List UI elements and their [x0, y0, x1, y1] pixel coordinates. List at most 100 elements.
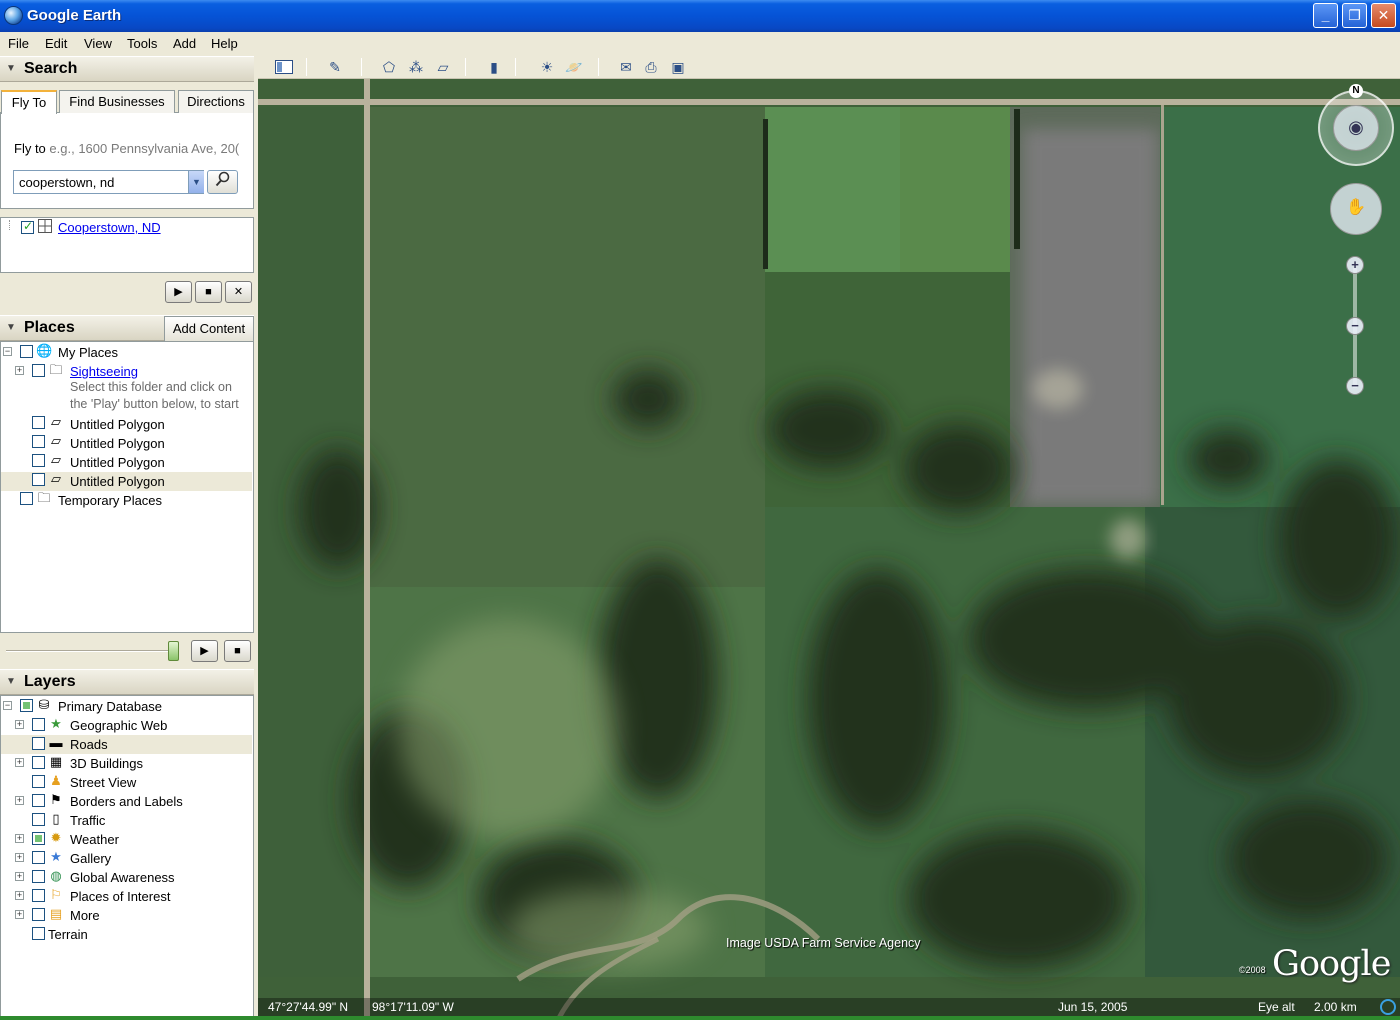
layer-roads[interactable]: ▬ Roads [1, 735, 252, 754]
sidebar-toggle-icon[interactable] [273, 57, 295, 77]
path-icon[interactable]: ⁂ [405, 57, 427, 77]
layer-weather[interactable]: + ✹ Weather [0, 830, 252, 849]
flyto-input[interactable]: cooperstown, nd [13, 170, 204, 194]
close-window-button[interactable]: ✕ [1371, 3, 1396, 28]
expand-icon[interactable]: + [15, 758, 24, 767]
tab-fly-to[interactable]: Fly To [1, 90, 57, 114]
checkbox[interactable] [32, 435, 45, 448]
checkbox[interactable] [32, 870, 45, 883]
checkbox[interactable] [32, 416, 45, 429]
checkbox[interactable] [32, 851, 45, 864]
polygon-icon: ▱ [51, 414, 61, 429]
clear-button[interactable]: ✕ [225, 281, 252, 303]
tree-item-polygon-1[interactable]: ▱ Untitled Polygon [0, 414, 252, 435]
zoom-out-icon[interactable]: − [1346, 377, 1364, 395]
ruler-icon[interactable]: ▮ [483, 57, 505, 77]
layer-street-view[interactable]: ♟ Street View [0, 773, 252, 792]
places-play-button[interactable]: ▶ [191, 640, 218, 662]
tab-directions[interactable]: Directions [178, 90, 254, 113]
tree-item-my-places[interactable]: − 🌐 My Places [0, 343, 252, 362]
collapse-triangle-icon[interactable]: ▼ [6, 322, 16, 333]
tree-item-temporary-places[interactable]: 🗀 Temporary Places [0, 490, 252, 511]
image-overlay-icon[interactable]: ▱ [432, 57, 454, 77]
collapse-triangle-icon[interactable]: ▼ [6, 63, 16, 74]
tree-item-polygon-2[interactable]: ▱ Untitled Polygon [0, 433, 252, 454]
minimize-button[interactable]: _ [1313, 3, 1338, 28]
zoom-slider-thumb[interactable]: − [1346, 317, 1364, 335]
layer-3d-buildings[interactable]: + ▦ 3D Buildings [0, 754, 252, 773]
expand-icon[interactable]: + [15, 891, 24, 900]
layer-geographic-web[interactable]: + ★ Geographic Web [0, 716, 252, 735]
expand-icon[interactable]: + [15, 720, 24, 729]
checkbox[interactable] [32, 889, 45, 902]
expand-icon[interactable]: + [15, 796, 24, 805]
expand-icon[interactable]: + [15, 910, 24, 919]
north-indicator[interactable]: N [1349, 84, 1363, 98]
search-button[interactable] [207, 170, 238, 194]
search-box: Fly to e.g., 1600 Pennsylvania Ave, 20( [0, 112, 254, 209]
collapse-triangle-icon[interactable]: ▼ [6, 676, 16, 687]
checkbox[interactable] [32, 718, 45, 731]
streaming-indicator-icon [1380, 999, 1396, 1015]
polygon-icon[interactable]: ⬠ [378, 57, 400, 77]
layer-gallery[interactable]: + ★ Gallery [0, 849, 252, 868]
sky-icon[interactable]: 🪐 [563, 57, 585, 77]
expand-icon[interactable]: + [15, 853, 24, 862]
menu-tools[interactable]: Tools [127, 36, 157, 51]
expand-icon[interactable]: + [15, 834, 24, 843]
slider-thumb[interactable] [168, 641, 179, 661]
result-checkbox[interactable] [21, 219, 34, 234]
checkbox[interactable] [32, 454, 45, 467]
layer-more[interactable]: + ▤ More [0, 906, 252, 925]
collapse-icon[interactable]: − [3, 701, 12, 710]
placemark-icon[interactable]: ✎ [324, 57, 346, 77]
search-panel-header[interactable]: ▼ Search [0, 56, 254, 82]
map-view[interactable]: Image USDA Farm Service Agency ©2008 Goo… [258, 79, 1400, 1020]
checkbox[interactable] [32, 364, 45, 377]
checkbox[interactable] [32, 775, 45, 788]
menu-file[interactable]: File [8, 36, 29, 51]
layers-panel-header[interactable]: ▼ Layers [0, 669, 254, 695]
checkbox[interactable] [32, 908, 45, 921]
collapse-icon[interactable]: − [3, 347, 12, 356]
checkbox[interactable] [20, 345, 33, 358]
zoom-in-icon[interactable]: + [1346, 256, 1364, 274]
layer-places-of-interest[interactable]: + ⚐ Places of Interest [0, 887, 252, 906]
checkbox[interactable] [32, 927, 45, 940]
tour-speed-slider[interactable] [6, 650, 174, 652]
checkbox[interactable] [32, 813, 45, 826]
stop-button[interactable]: ■ [195, 281, 222, 303]
layer-borders-labels[interactable]: + ⚑ Borders and Labels [0, 792, 252, 811]
checkbox[interactable] [32, 473, 45, 486]
layer-global-awareness[interactable]: + ◍ Global Awareness [0, 868, 252, 887]
gallery-star-icon: ★ [50, 849, 62, 864]
sunlight-icon[interactable]: ☀ [536, 57, 558, 77]
expand-icon[interactable]: + [15, 366, 24, 375]
email-icon[interactable]: ✉ [615, 57, 637, 77]
checkbox[interactable] [20, 492, 33, 505]
chevron-down-icon[interactable]: ▼ [188, 171, 204, 193]
menu-view[interactable]: View [84, 36, 112, 51]
print-icon[interactable]: ⎙ [640, 57, 662, 77]
checkbox[interactable] [32, 756, 45, 769]
expand-icon[interactable]: + [15, 872, 24, 881]
layer-terrain[interactable]: Terrain [0, 925, 252, 944]
menu-add[interactable]: Add [173, 36, 196, 51]
layer-traffic[interactable]: ▯ Traffic [0, 811, 252, 830]
checkbox[interactable] [32, 737, 45, 750]
menu-help[interactable]: Help [211, 36, 238, 51]
checkbox[interactable] [32, 832, 45, 845]
places-stop-button[interactable]: ■ [224, 640, 251, 662]
tab-find-businesses[interactable]: Find Businesses [59, 90, 175, 113]
tree-item-polygon-4[interactable]: ▱ Untitled Polygon [1, 471, 252, 491]
layer-primary-database[interactable]: − ⛁ Primary Database [0, 697, 252, 716]
add-content-button[interactable]: Add Content [164, 316, 254, 341]
maximize-button[interactable]: ❐ [1342, 3, 1367, 28]
result-cooperstown[interactable]: Cooperstown, ND [58, 220, 161, 235]
menu-edit[interactable]: Edit [45, 36, 67, 51]
play-button[interactable]: ▶ [165, 281, 192, 303]
tree-item-polygon-3[interactable]: ▱ Untitled Polygon [0, 452, 252, 473]
view-in-maps-icon[interactable]: ▣ [667, 57, 689, 77]
checkbox[interactable] [32, 794, 45, 807]
checkbox[interactable] [20, 699, 33, 712]
